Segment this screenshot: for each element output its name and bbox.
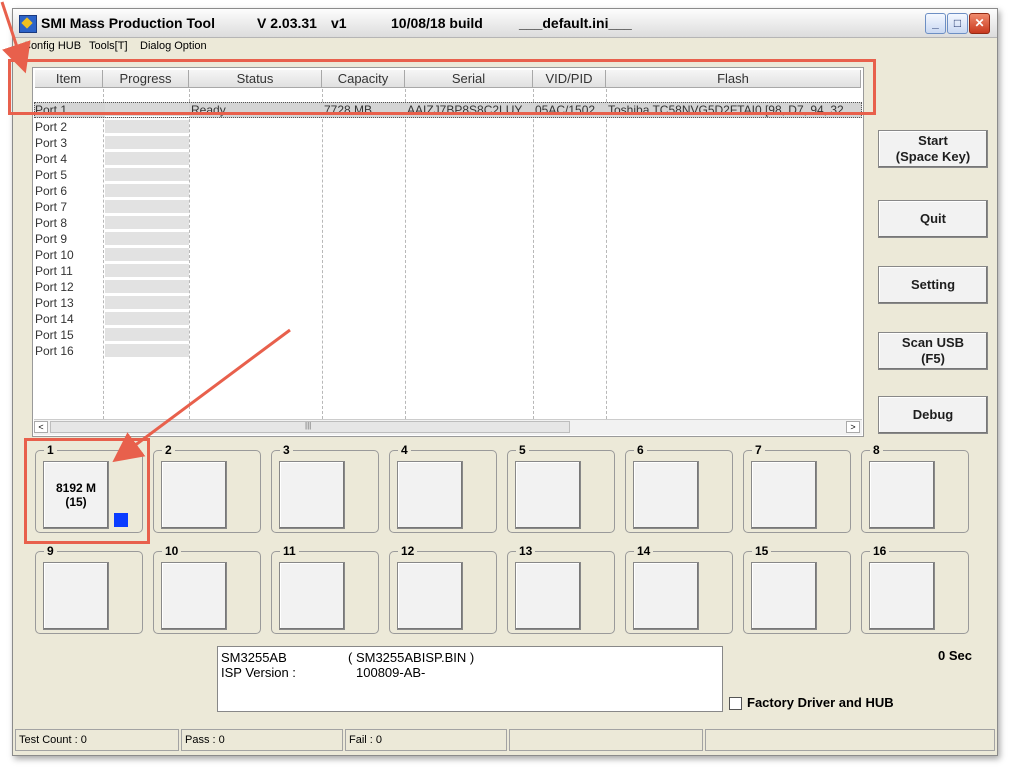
annotation-arrows [0,1,291,463]
arrow-to-slot1 [112,328,291,463]
arrow-to-port-row [0,1,31,74]
